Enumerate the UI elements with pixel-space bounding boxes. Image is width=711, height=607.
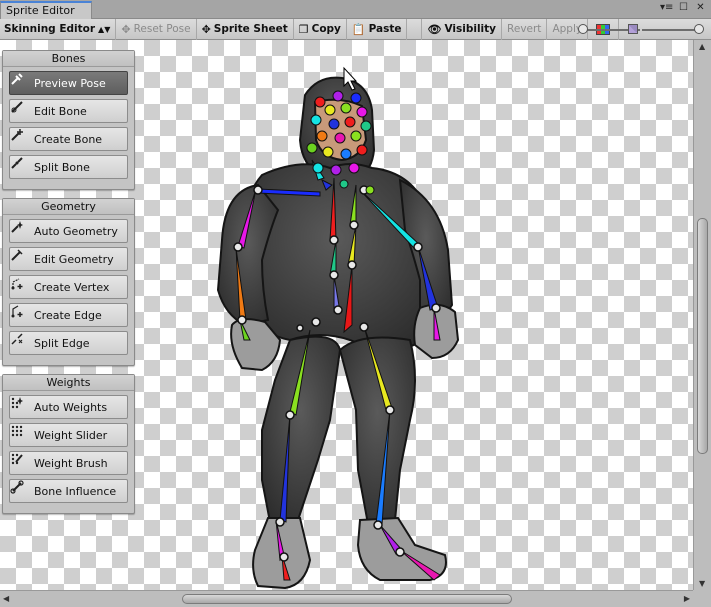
edit-geometry-button[interactable]: Edit Geometry — [9, 247, 128, 271]
weight-slider-icon — [11, 425, 30, 443]
create-vertex-icon — [11, 278, 30, 295]
revert-label: Revert — [507, 23, 542, 35]
eye-icon: 👁 — [427, 22, 442, 36]
weights-panel-title: Weights — [3, 375, 134, 391]
bone-influence-icon — [10, 480, 30, 499]
create-edge-label: Create Edge — [34, 308, 102, 322]
edit-bone-icon — [11, 101, 30, 119]
create-edge-icon — [11, 305, 30, 323]
create-bone-button[interactable]: Create Bone — [9, 127, 128, 151]
bones-panel: Bones Preview Pose Edit Bone Create Bone… — [2, 50, 135, 190]
paste-label: Paste — [368, 23, 402, 35]
geometry-panel: Geometry Auto Geometry Edit Geometry Cre… — [2, 198, 135, 366]
close-icon[interactable]: ✕ — [694, 2, 707, 15]
window-controls: ▾≡ ☐ ✕ — [660, 2, 707, 15]
weight-brush-label: Weight Brush — [34, 456, 108, 470]
paste-icon: 📋 — [351, 22, 366, 36]
vertical-scrollbar[interactable]: ▲ ▼ — [693, 40, 711, 590]
create-bone-icon — [11, 129, 30, 147]
weight-slider-button[interactable]: Weight Slider — [9, 423, 128, 447]
split-bone-label: Split Bone — [34, 160, 90, 174]
dropdown-arrow-icon: ▲▼ — [98, 24, 111, 34]
zoom-alpha-slider[interactable] — [576, 19, 711, 40]
sprite-canvas[interactable]: Bones Preview Pose Edit Bone Create Bone… — [0, 40, 693, 590]
split-edge-label: Split Edge — [34, 336, 90, 350]
auto-weights-icon — [11, 397, 30, 415]
revert-button[interactable]: Revert — [502, 18, 548, 40]
auto-geometry-button[interactable]: Auto Geometry — [9, 219, 128, 243]
scroll-right-icon[interactable]: ▶ — [684, 594, 690, 603]
copy-label: Copy — [311, 23, 341, 35]
alpha-slider-knob[interactable] — [578, 24, 588, 34]
bone-influence-label: Bone Influence — [34, 484, 117, 498]
menu-icon[interactable]: ▾≡ — [660, 2, 673, 15]
bone-influence-button[interactable]: Bone Influence — [9, 479, 128, 503]
edit-bone-label: Edit Bone — [34, 104, 87, 118]
reset-pose-label: Reset Pose — [133, 23, 191, 35]
preview-pose-icon — [11, 73, 30, 91]
paste-button[interactable]: 📋 Paste — [347, 18, 408, 40]
zoom-slider-track[interactable] — [642, 29, 700, 31]
create-edge-button[interactable]: Create Edge — [9, 303, 128, 327]
mode-dropdown-label: Skinning Editor — [4, 23, 96, 35]
scroll-up-icon[interactable]: ▲ — [699, 42, 705, 51]
weight-slider-label: Weight Slider — [34, 428, 108, 442]
copy-icon: ❐ — [298, 22, 309, 36]
sprite-sheet-label: Sprite Sheet — [213, 23, 288, 35]
split-edge-icon — [11, 333, 30, 351]
preview-pose-label: Preview Pose — [34, 76, 106, 90]
scroll-left-icon[interactable]: ◀ — [3, 594, 9, 603]
auto-geometry-icon — [11, 221, 30, 239]
create-vertex-button[interactable]: Create Vertex — [9, 275, 128, 299]
character-body — [216, 76, 460, 590]
horizontal-scroll-thumb[interactable] — [182, 594, 512, 604]
horizontal-scrollbar[interactable]: ◀ ▶ — [0, 590, 693, 607]
create-vertex-label: Create Vertex — [34, 280, 110, 294]
sprite-editor-tab[interactable]: Sprite Editor — [0, 1, 92, 19]
split-bone-button[interactable]: Split Bone — [9, 155, 128, 179]
scroll-down-icon[interactable]: ▼ — [699, 579, 705, 588]
sprite-sheet-icon: ✥ — [201, 22, 211, 36]
auto-weights-button[interactable]: Auto Weights — [9, 395, 128, 419]
scroll-corner — [693, 590, 711, 607]
edit-bone-button[interactable]: Edit Bone — [9, 99, 128, 123]
preview-pose-button[interactable]: Preview Pose — [9, 71, 128, 95]
bones-panel-title: Bones — [3, 51, 134, 67]
auto-weights-label: Auto Weights — [34, 400, 108, 414]
geometry-panel-title: Geometry — [3, 199, 134, 215]
edit-geometry-label: Edit Geometry — [34, 252, 114, 266]
window-tab-strip: Sprite Editor ▾≡ ☐ ✕ — [0, 0, 711, 19]
maximize-icon[interactable]: ☐ — [677, 2, 690, 15]
edit-geometry-icon — [11, 249, 30, 267]
auto-geometry-label: Auto Geometry — [34, 224, 118, 238]
mode-dropdown[interactable]: Skinning Editor ▲▼ — [0, 18, 117, 40]
copy-button[interactable]: ❐ Copy — [294, 18, 347, 40]
visibility-button[interactable]: 👁 Visibility — [421, 18, 503, 40]
weights-panel: Weights Auto Weights Weight Slider Weigh… — [2, 374, 135, 514]
create-bone-label: Create Bone — [34, 132, 103, 146]
mip-level-icon — [628, 24, 638, 34]
reset-pose-button[interactable]: ✥ Reset Pose — [116, 18, 197, 40]
zoom-slider-knob[interactable] — [694, 24, 704, 34]
visibility-label: Visibility — [444, 23, 497, 35]
weight-brush-icon — [11, 453, 30, 471]
weight-brush-button[interactable]: Weight Brush — [9, 451, 128, 475]
reset-pose-icon: ✥ — [121, 22, 131, 36]
vertical-scroll-thumb[interactable] — [697, 218, 708, 454]
split-edge-button[interactable]: Split Edge — [9, 331, 128, 355]
split-bone-icon — [11, 157, 30, 175]
sprite-sheet-button[interactable]: ✥ Sprite Sheet — [197, 18, 294, 40]
